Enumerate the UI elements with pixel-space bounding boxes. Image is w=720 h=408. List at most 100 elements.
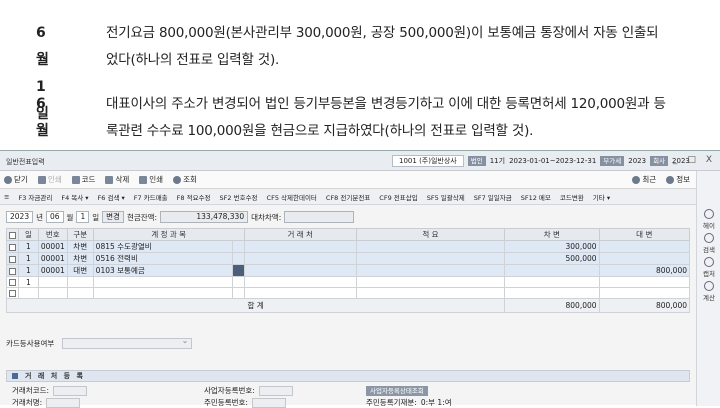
fkey-card-sales[interactable]: F7 카드매출 [134, 192, 168, 202]
close-window-button[interactable]: X [706, 155, 712, 165]
cell-partner[interactable] [243, 252, 357, 265]
cell-type[interactable]: 차변 [66, 240, 94, 253]
info-button[interactable]: 정보 [666, 174, 690, 185]
fkey-daily-funds[interactable]: SF7 일일자금 [474, 192, 512, 202]
company-selector[interactable]: 1001 (주)일반상사 [392, 154, 464, 167]
restore-button[interactable]: □ [687, 155, 696, 165]
cell-account[interactable] [92, 287, 233, 299]
fkey-number-edit[interactable]: SF2 번호수정 [220, 192, 258, 202]
cell-day[interactable]: 1 [18, 240, 39, 253]
business-status-lookup-button[interactable]: 사업자등록상태조회 [366, 385, 428, 396]
code-button[interactable]: 코드 [71, 174, 95, 185]
search-button[interactable]: 조회 [173, 174, 197, 185]
table-row[interactable] [6, 287, 691, 299]
cell-account[interactable]: 0103 보통예금 [92, 264, 233, 277]
cell-memo[interactable] [355, 240, 506, 253]
day-input[interactable]: 1 [76, 211, 90, 223]
menu-icon[interactable]: ≡ [4, 193, 9, 201]
minimize-button[interactable]: _ [673, 155, 678, 165]
year-input[interactable]: 2023 [6, 211, 34, 223]
table-row[interactable]: 1 00001 대변 0103 보통예금 800,000 [6, 264, 691, 277]
cell-debit[interactable] [504, 276, 600, 288]
cell-credit[interactable] [598, 276, 691, 288]
cell-day[interactable]: 1 [18, 264, 39, 277]
row-checkbox[interactable] [6, 240, 19, 253]
row-checkbox[interactable] [6, 264, 19, 277]
fkey-search[interactable]: F6 검색 ▾ [98, 192, 125, 202]
fkey-bulk-delete[interactable]: SF5 일괄삭제 [427, 192, 465, 202]
cell-number[interactable]: 00001 [37, 264, 68, 277]
print-disabled-button[interactable]: 인쇄 [37, 174, 62, 185]
fkey-copy[interactable]: F4 복사 ▾ [61, 192, 88, 202]
cell-partner-code[interactable] [231, 252, 245, 265]
cell-credit[interactable] [598, 240, 691, 253]
cell-number[interactable]: 00001 [37, 240, 68, 253]
row-checkbox[interactable] [6, 287, 19, 299]
grid-header: 일 번호 구분 계 정 과 목 거 래 처 적 요 차 변 대 변 [6, 228, 691, 241]
fkey-prior-entries[interactable]: CF8 전기분전표 [326, 192, 370, 202]
res-type-value[interactable]: 0:부 1:여 [421, 397, 452, 408]
cell-partner[interactable] [243, 240, 357, 253]
cell-credit[interactable] [598, 252, 691, 265]
cell-memo[interactable] [355, 287, 506, 299]
fkey-code-convert[interactable]: 코드변환 [560, 192, 584, 202]
resno-input[interactable] [251, 397, 286, 408]
cell-debit[interactable]: 500,000 [504, 252, 600, 265]
cell-debit[interactable]: 300,000 [504, 240, 600, 253]
cell-type[interactable]: 차변 [66, 252, 94, 265]
cell-day[interactable]: 1 [18, 252, 39, 265]
cell-account[interactable] [92, 276, 233, 288]
table-row[interactable]: 1 [6, 276, 691, 288]
search-sidebar-button[interactable]: 검색 [697, 233, 720, 254]
capture-sidebar-button[interactable]: 캡처 [697, 257, 720, 278]
cell-partner-code[interactable] [231, 276, 245, 288]
fkey-insert-entry[interactable]: CF9 전표삽입 [379, 192, 417, 202]
calc-sidebar-button[interactable]: 계산 [697, 281, 720, 302]
cell-partner-code[interactable] [231, 287, 245, 299]
recent-button[interactable]: 최근 [632, 174, 656, 185]
cell-account[interactable]: 0815 수도광열비 [92, 240, 233, 253]
cell-partner[interactable] [243, 264, 357, 277]
help-sidebar-button[interactable]: 헤이 [697, 209, 720, 230]
cell-debit[interactable] [504, 287, 600, 299]
row-checkbox[interactable] [6, 252, 19, 265]
cell-memo[interactable] [355, 276, 506, 288]
print-button[interactable]: 인쇄 [139, 174, 163, 185]
cell-type[interactable]: 대변 [66, 264, 94, 277]
search-sidebar-label: 검색 [703, 246, 715, 254]
cell-type[interactable] [66, 276, 94, 288]
fkey-funds[interactable]: F3 자금관리 [18, 192, 52, 202]
cell-number[interactable] [37, 287, 68, 299]
table-row[interactable]: 1 00001 차변 0516 전력비 500,000 [6, 252, 691, 265]
row-checkbox[interactable] [6, 276, 19, 288]
cell-partner-code[interactable] [231, 240, 245, 253]
partner-name-input[interactable] [46, 397, 81, 408]
partner-code-input[interactable] [53, 385, 88, 396]
cell-debit[interactable] [504, 264, 600, 277]
close-button[interactable]: 닫기 [4, 174, 28, 185]
fkey-more[interactable]: 기타 ▾ [593, 192, 610, 202]
card-usage-select[interactable] [62, 336, 193, 349]
fkey-memo-edit[interactable]: F8 적요수정 [177, 192, 211, 202]
fkey-memo[interactable]: SF12 메모 [521, 192, 551, 202]
cell-credit[interactable] [598, 287, 691, 299]
cell-credit[interactable]: 800,000 [598, 264, 691, 277]
table-row[interactable]: 1 00001 차변 0815 수도광열비 300,000 [6, 240, 691, 253]
month-select[interactable]: 06 [46, 211, 64, 223]
fkey-deleted-data[interactable]: CF5 삭제한데이터 [267, 192, 317, 202]
cell-memo[interactable] [355, 252, 506, 265]
cell-number[interactable]: 00001 [37, 252, 68, 265]
cell-day[interactable]: 1 [18, 276, 39, 288]
cell-memo[interactable] [355, 264, 506, 277]
change-button[interactable]: 변경 [102, 211, 124, 223]
cell-partner[interactable] [243, 276, 357, 288]
delete-button[interactable]: 삭제 [105, 174, 129, 185]
cell-partner[interactable] [243, 287, 357, 299]
header-checkbox[interactable] [6, 228, 19, 241]
cell-day[interactable] [18, 287, 39, 299]
cell-type[interactable] [66, 287, 94, 299]
cell-number[interactable] [37, 276, 68, 288]
cell-partner-code-active[interactable] [231, 264, 245, 277]
cell-account[interactable]: 0516 전력비 [92, 252, 233, 265]
bizno-input[interactable] [258, 385, 293, 396]
